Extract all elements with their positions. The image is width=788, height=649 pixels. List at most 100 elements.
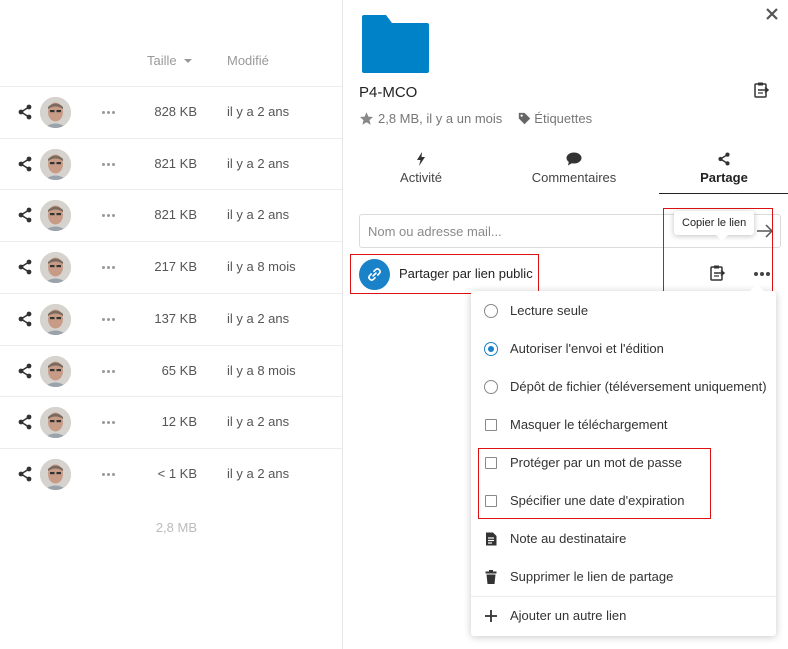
table-row[interactable]: 217 KB il y a 8 mois [0,241,342,293]
table-row[interactable]: 137 KB il y a 2 ans [0,292,342,345]
avatar [40,97,71,128]
share-icon[interactable] [17,207,33,223]
menu-item-label: Spécifier une date d'expiration [510,493,685,508]
public-link-label[interactable]: Partager par lien public [399,266,533,281]
row-more-actions-button[interactable] [102,111,117,126]
expiration-date-checkbox[interactable] [485,495,497,507]
table-row[interactable]: 828 KB il y a 2 ans [0,86,342,138]
row-size: < 1 KB [157,465,197,481]
row-more-actions-button[interactable] [102,162,117,178]
share-icon[interactable] [17,414,33,430]
share-icon[interactable] [17,363,33,379]
row-modified: il y a 2 ans [227,414,290,430]
menu-item-note[interactable]: Note au destinataire [471,520,776,558]
tab-label-sharing: Partage [700,170,748,185]
folder-icon [362,15,429,73]
file-meta-text: 2,8 MB, il y a un mois [378,111,503,126]
row-size: 828 KB [154,104,197,119]
password-protect-checkbox[interactable] [485,457,497,469]
hide-download-checkbox[interactable] [485,419,497,431]
tab-sharing[interactable]: Partage [659,146,788,194]
row-more-actions-button[interactable] [102,369,117,385]
menu-item-expiration-date[interactable]: Spécifier une date d'expiration [471,482,776,520]
tab-label-activity: Activité [400,170,442,185]
link-options-menu: Lecture seule Autoriser l'envoi et l'édi… [471,284,776,636]
arrow-right-icon[interactable] [756,223,774,239]
avatar [40,355,71,387]
row-more-actions-button[interactable] [102,421,117,436]
row-more-actions-button[interactable] [102,472,117,488]
table-row[interactable]: 821 KB il y a 2 ans [0,189,342,241]
sidebar-tabs: Activité Commentaires Partage [343,146,788,194]
column-header-modified[interactable]: Modifié [227,53,269,68]
share-icon[interactable] [17,466,33,482]
tag-icon [519,112,531,125]
table-row[interactable]: < 1 KB il y a 2 ans [0,447,342,500]
menu-item-read-only[interactable]: Lecture seule [471,292,776,330]
avatar [40,303,71,335]
total-size: 2,8 MB [155,520,197,535]
read-only-radio[interactable] [484,304,498,318]
column-header-size[interactable]: Taille [147,53,177,68]
row-modified: il y a 2 ans [227,310,290,326]
note-icon [486,532,497,546]
share-icon[interactable] [17,259,33,275]
row-size: 12 KB [161,414,197,430]
menu-item-password-protect[interactable]: Protéger par un mot de passe [471,444,776,482]
menu-item-label: Autoriser l'envoi et l'édition [510,341,664,356]
tab-label-comments: Commentaires [531,170,617,185]
menu-item-label: Protéger par un mot de passe [510,455,682,470]
avatar [40,407,71,439]
row-modified: il y a 2 ans [227,155,290,171]
row-more-actions-button[interactable] [102,317,117,333]
menu-item-label: Masquer le téléchargement [510,417,668,432]
sort-descending-icon [184,59,192,63]
tab-comments[interactable]: Commentaires [509,146,639,194]
row-more-actions-button[interactable] [102,214,117,229]
avatar [40,252,71,284]
table-row[interactable]: 65 KB il y a 8 mois [0,344,342,397]
star-icon[interactable] [359,111,374,126]
file-list-header: Taille Modifié [0,0,342,86]
table-row[interactable]: 12 KB il y a 2 ans [0,396,342,448]
table-row[interactable]: 821 KB il y a 2 ans [0,137,342,190]
menu-item-label: Note au destinataire [510,531,627,546]
file-list: Taille Modifié 828 KB il y a 2 ans 821 K… [0,0,342,649]
clipboard-icon[interactable] [752,81,770,99]
file-drop-radio[interactable] [484,380,498,394]
menu-item-allow-edit[interactable]: Autoriser l'envoi et l'édition [471,330,776,368]
comment-icon [566,152,582,166]
link-icon [368,268,381,281]
row-size: 821 KB [154,155,197,171]
copy-link-button[interactable] [708,264,726,282]
row-modified: il y a 2 ans [227,465,290,481]
row-modified: il y a 8 mois [227,362,296,378]
share-icon [718,152,730,166]
row-modified: il y a 2 ans [227,207,290,223]
public-link-row: Partager par lien public [359,256,779,292]
menu-item-delete-link[interactable]: Supprimer le lien de partage [471,558,776,596]
share-icon[interactable] [17,104,33,120]
allow-edit-radio[interactable] [484,342,498,356]
file-meta: 2,8 MB, il y a un mois Étiquettes [359,111,592,126]
row-size: 65 KB [161,362,197,378]
tags-link[interactable]: Étiquettes [534,111,592,126]
link-avatar [359,259,390,290]
avatar [40,458,71,490]
menu-item-hide-download[interactable]: Masquer le téléchargement [471,406,776,444]
row-more-actions-button[interactable] [102,266,117,281]
copy-link-tooltip: Copier le lien [674,211,755,241]
share-icon[interactable] [17,156,33,172]
menu-item-label: Ajouter un autre lien [510,608,627,623]
bolt-icon [417,152,425,166]
avatar [40,148,71,180]
menu-item-add-link[interactable]: Ajouter un autre lien [471,597,776,635]
file-title: P4-MCO [359,84,418,101]
share-icon[interactable] [17,311,33,327]
menu-item-file-drop[interactable]: Dépôt de fichier (téléversement uniqueme… [471,368,776,406]
close-icon[interactable] [765,7,779,21]
row-size: 217 KB [154,259,197,275]
plus-icon [485,610,497,622]
avatar [40,200,71,232]
tab-activity[interactable]: Activité [359,146,483,194]
